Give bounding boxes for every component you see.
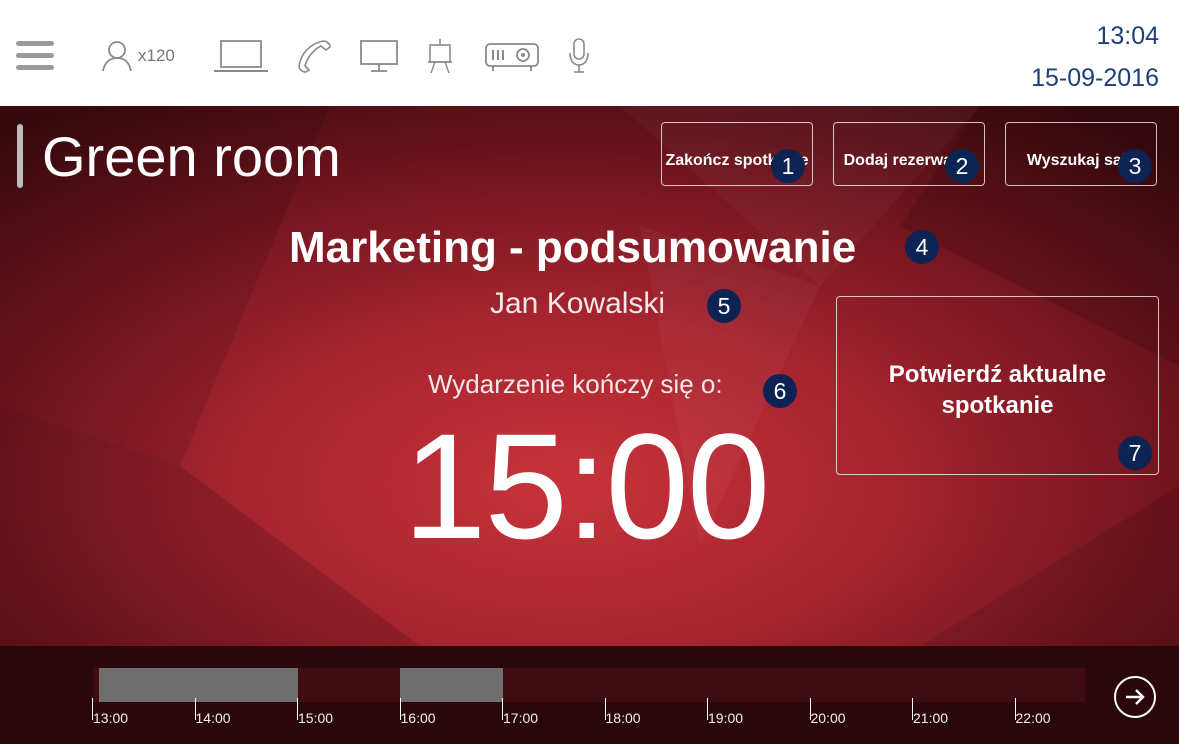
person-icon bbox=[102, 41, 132, 72]
monitor-icon bbox=[360, 40, 398, 72]
marker-2: 2 bbox=[945, 149, 979, 183]
capacity-count: x120 bbox=[138, 46, 175, 65]
room-status-panel: Green room Zakończ spotkanie Dodaj rezer… bbox=[0, 106, 1179, 646]
timeline-hour-label: 16:00 bbox=[400, 710, 436, 726]
current-time: 13:04 bbox=[1096, 22, 1159, 50]
timeline-hour-label: 21:00 bbox=[913, 710, 949, 726]
marker-4: 4 bbox=[905, 230, 939, 264]
timeline-hour-label: 17:00 bbox=[503, 710, 539, 726]
top-bar: x120 13:04 15-09-2016 bbox=[0, 0, 1179, 106]
timeline-hour-label: 13:00 bbox=[93, 710, 129, 726]
marker-1: 1 bbox=[771, 149, 805, 183]
marker-6: 6 bbox=[763, 374, 797, 408]
timeline-track[interactable] bbox=[93, 668, 1085, 702]
end-time-label: Wydarzenie kończy się o: bbox=[428, 369, 723, 399]
menu-icon[interactable] bbox=[16, 41, 54, 73]
laptop-icon bbox=[214, 40, 268, 72]
room-name: Green room bbox=[42, 125, 341, 188]
timeline-hour-label: 15:00 bbox=[298, 710, 334, 726]
clock: 13:04 15-09-2016 bbox=[1031, 20, 1159, 94]
phone-icon bbox=[298, 40, 331, 73]
day-timeline: 13:00 14:00 15:00 16:00 17:00 18:00 19:00 20:00… bbox=[0, 646, 1179, 744]
confirm-meeting-label: Potwierdź aktualne spotkanie bbox=[888, 361, 1107, 419]
marker-7: 7 bbox=[1118, 436, 1152, 470]
confirm-meeting-button[interactable]: Potwierdź aktualne spotkanie bbox=[836, 296, 1159, 475]
timeline-booking[interactable] bbox=[98, 668, 298, 702]
capacity-indicator: x120 bbox=[100, 38, 175, 74]
timeline-hour-label: 19:00 bbox=[708, 710, 744, 726]
meeting-organizer: Jan Kowalski bbox=[490, 287, 666, 320]
timeline-hour-label: 22:00 bbox=[1015, 710, 1051, 726]
timeline-hour-label: 20:00 bbox=[810, 710, 846, 726]
room-accent-bar bbox=[17, 124, 23, 188]
timeline-hour-label: 14:00 bbox=[195, 710, 231, 726]
flipchart-icon bbox=[428, 39, 452, 74]
microphone-icon bbox=[569, 38, 589, 73]
arrow-right-icon bbox=[1126, 689, 1145, 705]
end-time: 15:00 bbox=[403, 402, 770, 570]
next-day-button[interactable] bbox=[1114, 676, 1156, 718]
projector-icon bbox=[485, 43, 539, 71]
current-date: 15-09-2016 bbox=[1031, 64, 1159, 92]
timeline-hour-label: 18:00 bbox=[605, 710, 641, 726]
marker-5: 5 bbox=[707, 289, 741, 323]
meeting-title: Marketing - podsumowanie bbox=[289, 223, 857, 272]
marker-3: 3 bbox=[1118, 149, 1152, 183]
timeline-booking[interactable] bbox=[399, 668, 503, 702]
